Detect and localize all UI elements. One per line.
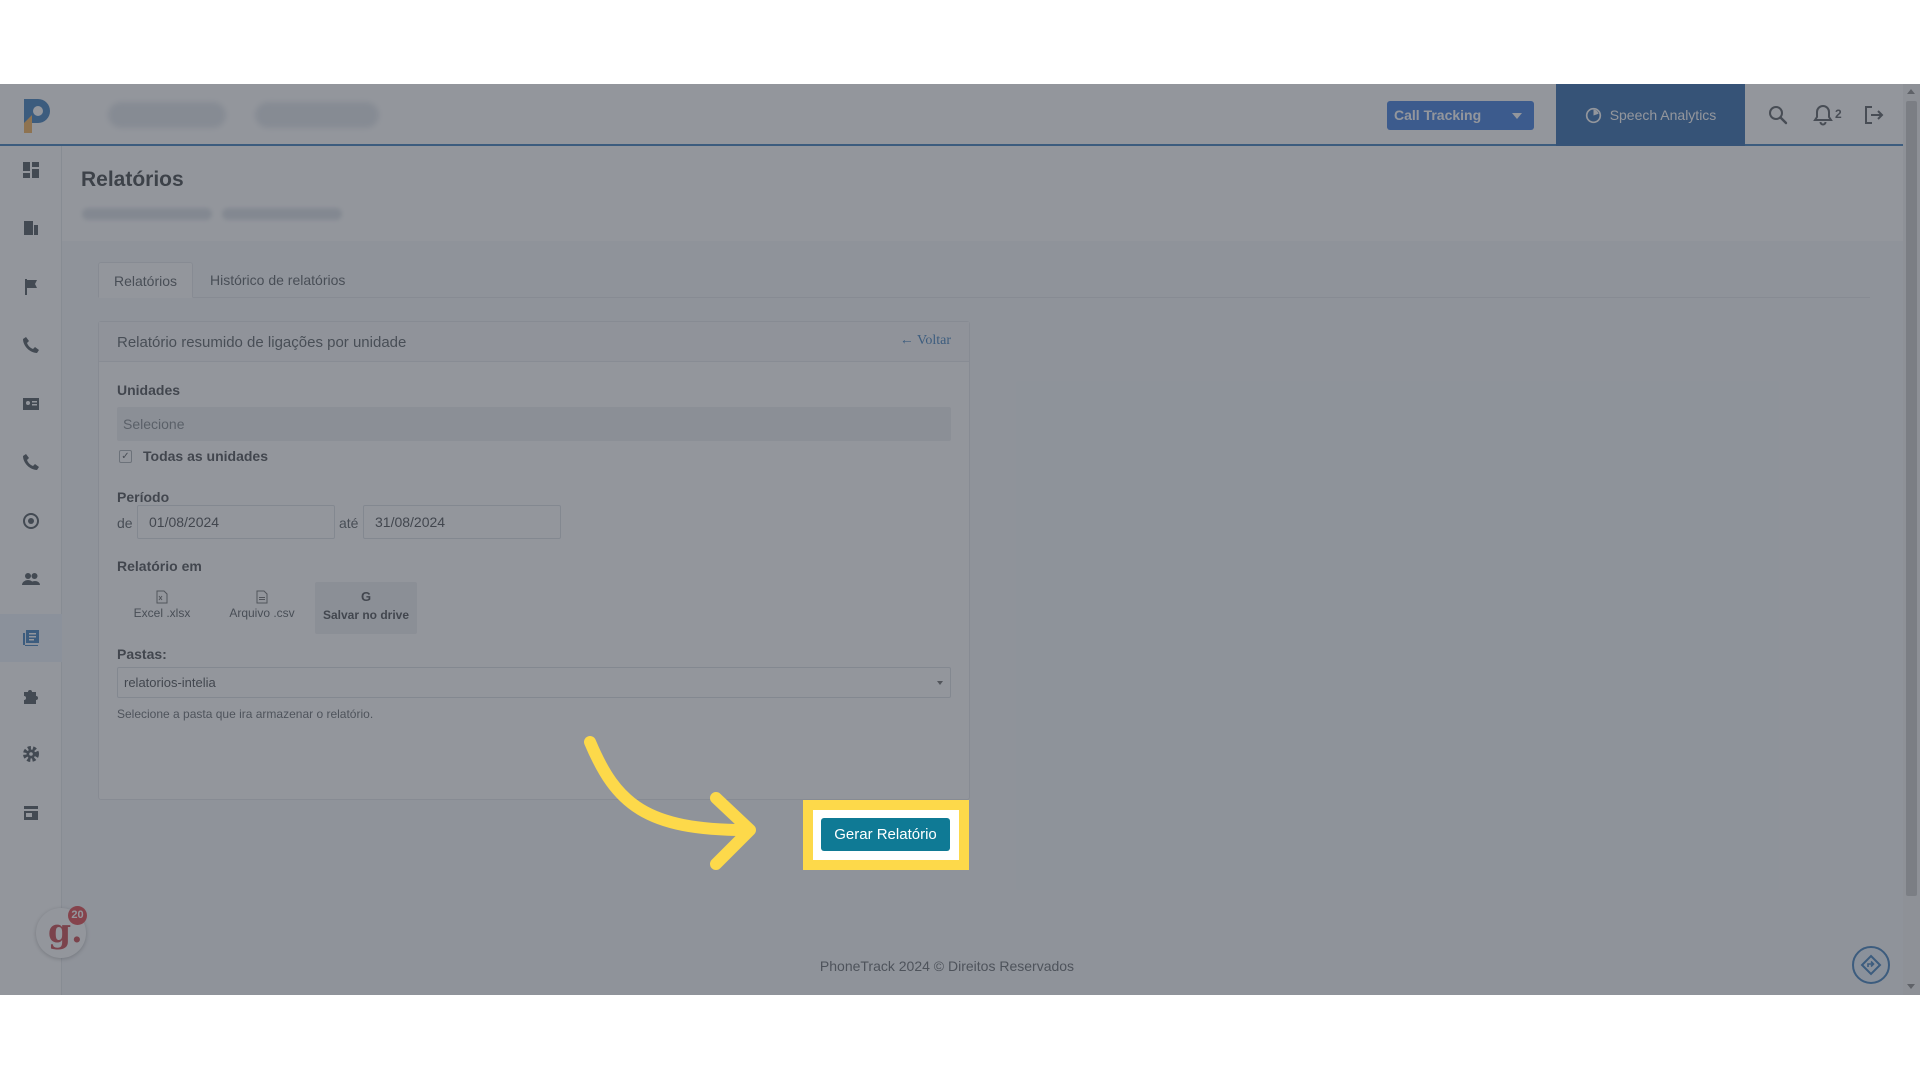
all-units-label: Todas as unidades (143, 448, 268, 464)
sidebar-item-numbers[interactable] (0, 438, 62, 486)
end-date-input[interactable]: 31/08/2024 (363, 505, 561, 539)
from-label: de (117, 515, 133, 531)
app-window: Call Tracking Speech Analytics 2 Relatór… (0, 84, 1920, 995)
folders-label: Pastas: (117, 646, 167, 662)
tab-relatorios[interactable]: Relatórios (98, 262, 194, 298)
folder-help-text: Selecione a pasta que ira armazenar o re… (117, 707, 374, 721)
generate-report-button[interactable]: Gerar Relatório (821, 818, 950, 851)
scrollbar-thumb[interactable] (1906, 101, 1917, 896)
format-excel-button[interactable]: Excel .xlsx (117, 582, 207, 634)
sidebar-item-settings[interactable] (0, 730, 62, 778)
folder-select[interactable]: relatorios-intelia (117, 667, 951, 698)
period-label: Período (117, 489, 170, 505)
sidebar-item-store[interactable] (0, 789, 62, 837)
notifications-count: 2 (1835, 107, 1842, 121)
logout-icon[interactable] (1862, 103, 1886, 127)
speech-analytics-icon (23, 513, 39, 529)
speech-analytics-button[interactable]: Speech Analytics (1556, 84, 1745, 146)
card-header: Relatório resumido de ligações por unida… (99, 322, 969, 362)
gear-icon (23, 746, 39, 762)
flag-icon (25, 279, 37, 295)
format-csv-button[interactable]: Arquivo .csv (215, 582, 309, 634)
reports-icon (23, 630, 39, 646)
format-csv-label: Arquivo .csv (229, 606, 295, 620)
scroll-up-icon[interactable] (1907, 89, 1915, 94)
sidebar-item-dashboard[interactable] (0, 146, 62, 194)
dashboard-icon (23, 162, 39, 178)
file-icon (156, 590, 168, 604)
start-date-input[interactable]: 01/08/2024 (137, 505, 335, 539)
speech-analytics-icon (1585, 107, 1601, 123)
product-select[interactable]: Call Tracking (1387, 101, 1534, 130)
sidebar-item-units[interactable] (0, 204, 62, 252)
scroll-down-icon[interactable] (1907, 984, 1915, 989)
bell-icon[interactable] (1811, 103, 1835, 127)
footer-copyright: PhoneTrack 2024 © Direitos Reservados (819, 958, 1075, 974)
card-title: Relatório resumido de ligações por unida… (117, 334, 407, 351)
page-scrollbar[interactable] (1903, 84, 1920, 995)
breadcrumb[interactable] (82, 208, 212, 220)
navigation-assist-icon[interactable] (1852, 946, 1890, 984)
blurred-nav-item[interactable] (108, 102, 226, 128)
product-select-value: Call Tracking (1394, 107, 1482, 123)
contact-card-icon (23, 398, 39, 410)
report-card: Relatório resumido de ligações por unida… (98, 321, 970, 800)
phone-icon (23, 337, 39, 353)
speech-analytics-label: Speech Analytics (1609, 107, 1717, 123)
file-icon (256, 590, 268, 604)
folder-select-value: relatorios-intelia (124, 675, 216, 690)
units-label: Unidades (117, 382, 181, 398)
to-label: até (339, 515, 359, 531)
phonetrack-logo-icon[interactable] (18, 95, 54, 135)
sidebar-item-reports[interactable] (0, 614, 62, 662)
units-select[interactable]: Selecione (117, 407, 951, 441)
format-drive-label: Salvar no drive (322, 608, 410, 622)
chat-badge: 20 (68, 906, 87, 925)
chevron-down-icon (937, 681, 943, 685)
store-icon (24, 806, 38, 820)
sidebar-item-users[interactable] (0, 555, 62, 603)
format-drive-button[interactable]: G Salvar no drive (315, 582, 417, 634)
sidebar-item-contacts[interactable] (0, 380, 62, 428)
sidebar-item-campaigns[interactable] (0, 263, 62, 311)
sidebar-item-calls[interactable] (0, 321, 62, 369)
google-icon: G (360, 589, 372, 604)
report-tabs: Relatórios Histórico de relatórios (98, 262, 1870, 298)
blurred-nav-item[interactable] (255, 102, 379, 128)
page-title: Relatórios (81, 168, 184, 191)
report-in-label: Relatório em (117, 558, 202, 574)
building-icon (24, 221, 38, 235)
top-bar: Call Tracking Speech Analytics 2 (0, 84, 1920, 146)
all-units-checkbox[interactable]: ✓ (119, 450, 132, 463)
breadcrumb[interactable] (222, 208, 342, 220)
arrow-left-icon: ← (899, 333, 914, 348)
sidebar (0, 146, 62, 995)
page-header: Relatórios (62, 146, 1920, 241)
pointer-arrow-icon (584, 736, 756, 870)
chevron-down-icon (1512, 113, 1522, 119)
back-link[interactable]: ← Voltar (900, 333, 951, 349)
search-icon[interactable] (1766, 103, 1790, 127)
format-excel-label: Excel .xlsx (133, 606, 191, 620)
phone-icon (23, 454, 39, 470)
footer: PhoneTrack 2024 © Direitos Reservados (62, 939, 1920, 995)
puzzle-icon (24, 690, 38, 704)
sidebar-item-speech[interactable] (0, 497, 62, 545)
back-label: Voltar (917, 333, 951, 348)
tab-historico[interactable]: Histórico de relatórios (195, 262, 360, 298)
diamond-arrow-icon (1860, 954, 1882, 976)
users-icon (22, 573, 40, 585)
sidebar-item-integrations[interactable] (0, 672, 62, 720)
